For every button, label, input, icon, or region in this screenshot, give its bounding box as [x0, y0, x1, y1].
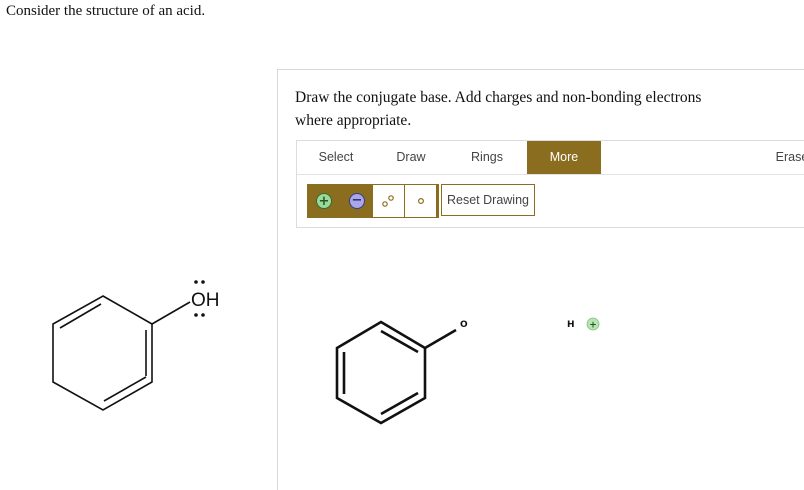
charge-tool-group: + −	[307, 184, 439, 218]
canvas-molecule[interactable]: O H +	[330, 310, 620, 430]
lone-pair-button[interactable]	[372, 185, 404, 217]
radical-icon	[418, 198, 425, 205]
minus-charge-icon: −	[349, 193, 365, 209]
lone-pair-dot	[194, 280, 198, 284]
tab-draw[interactable]: Draw	[375, 141, 447, 174]
tab-bar: Select Draw Rings More Erase	[297, 141, 804, 175]
lone-pair-dot	[194, 313, 198, 317]
reset-drawing-button[interactable]: Reset Drawing	[441, 184, 535, 216]
canvas-hydrogen-label: H	[567, 320, 575, 330]
plus-charge-icon: +	[316, 193, 332, 209]
canvas-charge-sign: +	[589, 321, 597, 331]
tab-erase[interactable]: Erase	[767, 141, 804, 174]
canvas-benzene-ring	[335, 320, 427, 425]
question-text: Consider the structure of an acid.	[6, 3, 206, 19]
positive-charge-button[interactable]: +	[308, 185, 340, 217]
negative-charge-button[interactable]: −	[340, 185, 372, 217]
lone-pair-dot	[201, 313, 205, 317]
lone-pair-dot	[201, 280, 205, 284]
toolbar: Select Draw Rings More Erase + −	[296, 140, 804, 228]
radical-button[interactable]	[404, 185, 436, 217]
c-o-bond	[151, 301, 191, 325]
benzene-ring	[52, 295, 153, 411]
oh-label: OH	[191, 290, 220, 311]
canvas-c-o-bond	[424, 328, 457, 350]
instructions-text: Draw the conjugate base. Add charges and…	[295, 89, 702, 129]
canvas-ring-double-bond	[380, 391, 419, 416]
canvas-oxygen-label: O	[460, 320, 468, 330]
reference-molecule: OH	[52, 280, 220, 411]
lone-pair-icon	[382, 195, 394, 207]
tab-select[interactable]: Select	[297, 141, 375, 174]
tab-rings[interactable]: Rings	[447, 141, 527, 174]
tab-more[interactable]: More	[527, 141, 601, 174]
